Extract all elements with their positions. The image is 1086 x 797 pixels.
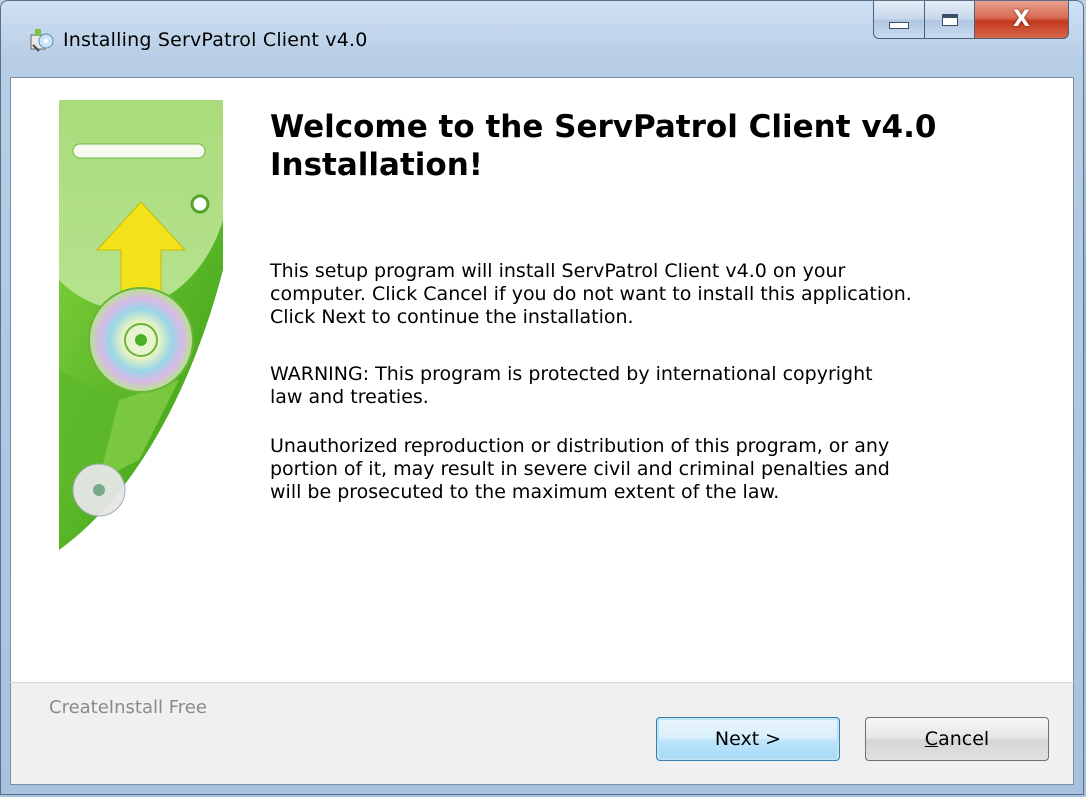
window-title: Installing ServPatrol Client v4.0: [63, 29, 368, 51]
brand-label: CreateInstall Free: [49, 697, 207, 718]
installer-window: Installing ServPatrol Client v4.0 X Welc…: [0, 0, 1084, 795]
cancel-accelerator: C: [924, 728, 939, 750]
caption-buttons: X: [873, 1, 1069, 41]
warning-paragraph: WARNING: This program is protected by in…: [270, 363, 873, 408]
wizard-content-area: Welcome to the ServPatrol Client v4.0 In…: [10, 77, 1074, 785]
legal-paragraph: Unauthorized reproduction or distributio…: [270, 435, 890, 503]
minimize-icon: [889, 22, 909, 29]
maximize-button[interactable]: [925, 1, 975, 39]
maximize-icon: [941, 13, 958, 26]
title-bar[interactable]: Installing ServPatrol Client v4.0 X: [1, 1, 1083, 77]
cancel-label: ancel: [938, 728, 990, 750]
next-button[interactable]: Next >: [656, 717, 840, 761]
wizard-footer: CreateInstall Free Next > Cancel: [10, 683, 1074, 785]
cancel-button[interactable]: Cancel: [865, 717, 1049, 761]
installer-banner-image: [59, 100, 223, 592]
welcome-heading: Welcome to the ServPatrol Client v4.0 In…: [270, 109, 937, 183]
intro-paragraph: This setup program will install ServPatr…: [270, 260, 912, 328]
close-icon: X: [1013, 7, 1030, 32]
installer-app-icon: [30, 29, 54, 52]
close-button[interactable]: X: [975, 1, 1069, 39]
minimize-button[interactable]: [873, 1, 925, 39]
